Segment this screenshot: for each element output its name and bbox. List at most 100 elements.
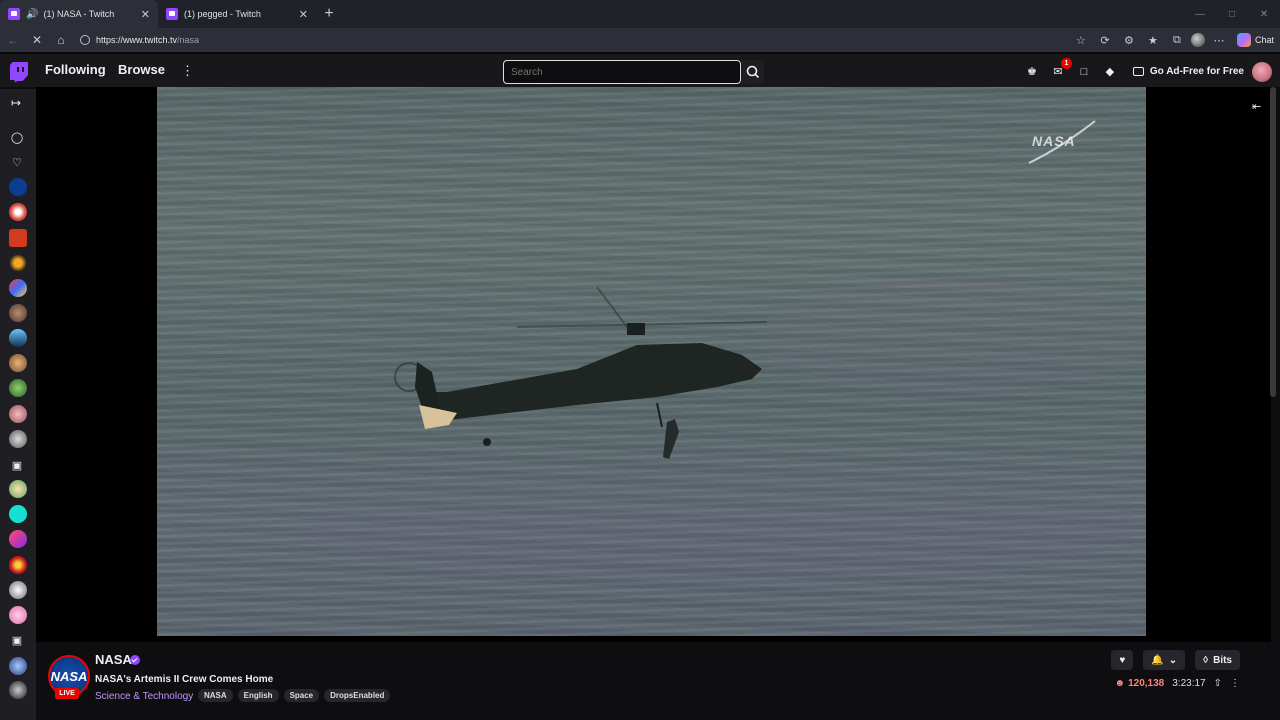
go-ad-free-button[interactable]: Go Ad-Free for Free xyxy=(1132,66,1244,77)
url-host: https://www.twitch.tv xyxy=(96,35,178,45)
browser-tab-nasa[interactable]: 🔊 (1) NASA - Twitch ✕ xyxy=(0,0,158,28)
whispers-icon[interactable]: □ xyxy=(1075,63,1093,81)
video-camera-icon[interactable]: ▣ xyxy=(9,632,25,648)
home-button[interactable]: ⌂ xyxy=(50,29,72,51)
channel-avatar[interactable] xyxy=(9,405,27,423)
twitch-top-nav: Following Browse ⋮ ♚ ✉1 □ ◆ Go Ad-Free f… xyxy=(0,52,1280,87)
address-toolbar: ← ✕ ⌂ https://www.twitch.tv/nasa ☆ ⟳ ⚙ ★… xyxy=(0,28,1280,52)
browse-link[interactable]: Browse xyxy=(118,62,165,77)
bell-icon: 🔔 xyxy=(1151,654,1164,666)
favorites-icon[interactable]: ★ xyxy=(1143,30,1163,50)
stream-title: NASA's Artemis II Crew Comes Home xyxy=(95,674,274,685)
recommended-icon[interactable]: ◯ xyxy=(9,129,25,145)
copilot-icon xyxy=(1236,33,1251,47)
channel-avatar[interactable] xyxy=(9,530,27,548)
copilot-chat-button[interactable]: Chat xyxy=(1233,33,1274,47)
search-icon xyxy=(746,65,760,79)
tab-title: (1) pegged - Twitch xyxy=(184,9,261,19)
channel-avatar[interactable] xyxy=(9,606,27,624)
viewer-count-value: 120,138 xyxy=(1128,678,1165,689)
channel-avatar[interactable] xyxy=(9,203,27,221)
live-badge: LIVE xyxy=(55,688,79,699)
tag-nasa[interactable]: NASA xyxy=(198,689,233,702)
more-menu-icon[interactable]: ⋯ xyxy=(1209,30,1229,50)
channel-name[interactable]: NASA xyxy=(95,652,132,667)
heart-icon: ♥ xyxy=(1119,654,1126,666)
channel-info-bar: NASA LIVE NASA NASA's Artemis II Crew Co… xyxy=(36,642,1270,720)
nasa-watermark: NASA xyxy=(1027,117,1097,167)
tab-title: (1) NASA - Twitch xyxy=(43,9,115,19)
channel-avatar-nasa[interactable] xyxy=(9,178,27,196)
collections-icon[interactable]: ⧉ xyxy=(1167,30,1187,50)
notification-badge: 1 xyxy=(1060,57,1072,69)
channel-avatar[interactable] xyxy=(9,480,27,498)
close-window-button[interactable]: ✕ xyxy=(1248,0,1280,28)
follow-button[interactable]: ♥ xyxy=(1111,650,1134,670)
video-camera-icon[interactable]: ▣ xyxy=(9,457,25,473)
tag-space[interactable]: Space xyxy=(283,689,320,702)
bits-icon: ◊ xyxy=(1203,654,1209,666)
following-link[interactable]: Following xyxy=(45,62,106,77)
more-options-icon[interactable]: ⋮ xyxy=(1230,678,1240,689)
browser-tab-pegged[interactable]: (1) pegged - Twitch ✕ xyxy=(158,0,316,28)
more-vertical-icon[interactable]: ⋮ xyxy=(181,63,194,79)
bits-button[interactable]: ◊ Bits xyxy=(1195,650,1240,670)
channel-avatar[interactable] xyxy=(9,329,27,347)
stream-tags: NASA English Space DropsEnabled xyxy=(198,689,391,702)
collapse-chat-icon[interactable]: ⇤ xyxy=(1252,100,1261,113)
site-info-icon[interactable] xyxy=(80,35,90,45)
inbox-icon[interactable]: ✉ 1 xyxy=(1049,57,1072,81)
prime-crown-icon[interactable]: ♚ xyxy=(1023,63,1041,81)
url-field[interactable]: https://www.twitch.tv/nasa xyxy=(80,30,1105,50)
twitch-logo-icon[interactable] xyxy=(10,62,28,82)
followed-channels-sidebar: ↦ ◯ ♡ ▣ ▣ xyxy=(0,89,36,720)
nasa-watermark-text: NASA xyxy=(1032,133,1076,149)
notifications-button[interactable]: 🔔 ⌄ xyxy=(1143,650,1186,670)
category-link[interactable]: Science & Technology xyxy=(95,691,193,702)
channel-avatar[interactable] xyxy=(9,354,27,372)
maximize-button[interactable]: □ xyxy=(1216,0,1248,28)
channel-avatar[interactable] xyxy=(9,505,27,523)
extensions-icon[interactable]: ⚙ xyxy=(1119,30,1139,50)
viewer-count: ☻ 120,138 xyxy=(1115,678,1165,689)
bits-icon[interactable]: ◆ xyxy=(1101,63,1119,81)
close-tab-icon[interactable]: ✕ xyxy=(141,8,150,21)
stop-loading-button[interactable]: ✕ xyxy=(26,29,48,51)
favorite-star-icon[interactable]: ☆ xyxy=(1071,30,1091,50)
channel-avatar[interactable] xyxy=(9,556,27,574)
stream-uptime: 3:23:17 xyxy=(1172,678,1206,689)
tag-drops-enabled[interactable]: DropsEnabled xyxy=(324,689,391,702)
channel-avatar[interactable] xyxy=(9,581,27,599)
expand-sidebar-icon[interactable]: ↦ xyxy=(11,96,21,110)
search-input[interactable] xyxy=(503,60,741,84)
followed-heart-icon[interactable]: ♡ xyxy=(9,154,25,170)
profile-avatar[interactable] xyxy=(1190,33,1205,47)
channel-avatar[interactable] xyxy=(9,657,27,675)
twitch-favicon-icon xyxy=(166,8,178,20)
refresh-extension-icon[interactable]: ⟳ xyxy=(1095,30,1115,50)
user-avatar[interactable] xyxy=(1252,61,1272,82)
channel-avatar[interactable] xyxy=(9,430,27,448)
search-button[interactable] xyxy=(742,60,764,84)
browser-tab-bar: 🔊 (1) NASA - Twitch ✕ (1) pegged - Twitc… xyxy=(0,0,1280,28)
page-scrollbar[interactable] xyxy=(1270,87,1276,397)
copilot-label: Chat xyxy=(1254,35,1274,45)
share-icon[interactable]: ⇧ xyxy=(1214,678,1222,689)
channel-avatar[interactable] xyxy=(9,279,27,297)
channel-avatar[interactable] xyxy=(9,229,27,247)
tag-english[interactable]: English xyxy=(237,689,279,702)
speaker-icon[interactable]: 🔊 xyxy=(26,9,38,20)
back-button[interactable]: ← xyxy=(2,29,24,51)
chevron-down-icon: ⌄ xyxy=(1168,654,1178,666)
channel-avatar[interactable] xyxy=(9,304,27,322)
minimize-button[interactable]: — xyxy=(1184,0,1216,28)
channel-avatar[interactable] xyxy=(9,681,27,699)
twitch-favicon-icon xyxy=(8,8,20,20)
new-tab-button[interactable]: + xyxy=(316,0,342,28)
verified-badge-icon xyxy=(130,655,140,665)
channel-avatar[interactable] xyxy=(9,379,27,397)
channel-avatar[interactable] xyxy=(9,254,27,272)
video-player[interactable]: NASA xyxy=(157,87,1146,636)
url-path: /nasa xyxy=(177,35,200,45)
close-tab-icon[interactable]: ✕ xyxy=(299,8,308,21)
